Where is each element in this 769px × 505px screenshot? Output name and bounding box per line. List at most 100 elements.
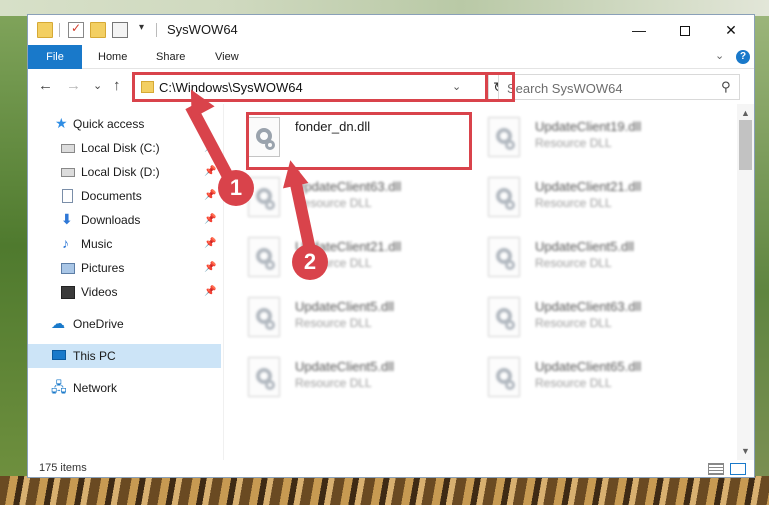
- sidebar-item-downloads[interactable]: ⬇ Downloads 📌: [28, 208, 221, 232]
- highlight-refresh-button: [485, 72, 515, 102]
- title-separator: [156, 23, 157, 37]
- file-item[interactable]: UpdateClient21.dll Resource DLL: [224, 234, 454, 284]
- sidebar-item-label: This PC: [73, 349, 116, 363]
- file-item[interactable]: UpdateClient5.dll Resource DLL: [464, 234, 694, 284]
- maximize-icon: [680, 26, 690, 37]
- tab-view[interactable]: View: [215, 45, 239, 69]
- ribbon: File Home Share View ⌄ ?: [28, 45, 754, 69]
- sidebar-item-label: Local Disk (C:): [81, 141, 160, 155]
- search-box[interactable]: ⚲: [498, 74, 740, 100]
- file-item[interactable]: UpdateClient21.dll Resource DLL: [464, 174, 694, 224]
- close-button[interactable]: ✕: [708, 15, 754, 45]
- quick-access-toolbar-dropdown[interactable]: ▾: [139, 22, 144, 33]
- file-name: UpdateClient19.dll: [535, 119, 642, 134]
- desktop-background-left: [0, 16, 28, 476]
- title-bar[interactable]: ▾ SysWOW64 — ✕: [28, 15, 754, 45]
- sidebar-item-local-disk-c[interactable]: Local Disk (C:) 📌: [28, 136, 221, 160]
- annotation-marker-1: 1: [218, 170, 254, 206]
- drive-icon: [61, 144, 75, 153]
- file-type: Resource DLL: [535, 316, 612, 330]
- toolbar-separator: [59, 23, 60, 37]
- sidebar-item-label: Documents: [81, 189, 142, 203]
- scroll-up-button[interactable]: ▲: [741, 108, 750, 118]
- sidebar-item-this-pc[interactable]: This PC: [28, 344, 221, 368]
- tab-home[interactable]: Home: [98, 45, 127, 69]
- file-item[interactable]: UpdateClient5.dll Resource DLL: [224, 294, 454, 344]
- file-item[interactable]: UpdateClient5.dll Resource DLL: [224, 354, 454, 404]
- videos-icon: [61, 286, 75, 299]
- dll-file-icon: [248, 297, 280, 337]
- minimize-button[interactable]: —: [616, 15, 662, 45]
- pin-icon[interactable]: 📌: [204, 208, 216, 232]
- properties-check-icon[interactable]: [68, 21, 84, 38]
- file-type: Resource DLL: [295, 376, 372, 390]
- file-type: Resource DLL: [295, 316, 372, 330]
- scroll-down-button[interactable]: ▼: [741, 446, 750, 456]
- folder-icon: [37, 22, 53, 38]
- file-item[interactable]: UpdateClient19.dll Resource DLL: [464, 114, 694, 164]
- sidebar-item-videos[interactable]: Videos 📌: [28, 280, 221, 304]
- file-type: Resource DLL: [535, 376, 612, 390]
- file-name: UpdateClient65.dll: [535, 359, 642, 374]
- file-type: Resource DLL: [535, 136, 612, 150]
- annotation-marker-2: 2: [292, 244, 328, 280]
- dll-file-icon: [488, 177, 520, 217]
- recent-locations-button[interactable]: ⌄: [93, 78, 102, 94]
- search-input[interactable]: [507, 79, 707, 97]
- sidebar-item-label: Music: [81, 237, 113, 251]
- file-name: UpdateClient5.dll: [295, 359, 395, 374]
- sidebar-item-label: Network: [73, 381, 118, 395]
- details-view-button[interactable]: [708, 463, 724, 475]
- desktop-background-bottom: [0, 476, 769, 505]
- pin-icon[interactable]: 📌: [204, 184, 216, 208]
- tab-share[interactable]: Share: [156, 45, 185, 69]
- properties-icon[interactable]: [112, 22, 128, 38]
- dll-file-icon: [488, 297, 520, 337]
- back-button[interactable]: ←: [38, 78, 53, 94]
- sidebar-item-network[interactable]: 🖧 Network: [28, 376, 221, 400]
- maximize-button[interactable]: [662, 15, 708, 45]
- sidebar-item-onedrive[interactable]: ☁ OneDrive: [28, 312, 221, 336]
- file-name: UpdateClient63.dll: [295, 179, 402, 194]
- sidebar-item-local-disk-d[interactable]: Local Disk (D:) 📌: [28, 160, 221, 184]
- file-item[interactable]: UpdateClient63.dll Resource DLL: [224, 174, 454, 224]
- scrollbar-thumb[interactable]: [739, 120, 752, 170]
- sidebar-item-pictures[interactable]: Pictures 📌: [28, 256, 221, 280]
- sidebar-item-label: Pictures: [81, 261, 125, 275]
- file-type: Resource DLL: [535, 256, 612, 270]
- file-name: UpdateClient5.dll: [535, 239, 635, 254]
- navigation-pane: ★ Quick access Local Disk (C:) 📌 Local D…: [28, 104, 223, 460]
- onedrive-icon: ☁: [51, 315, 65, 331]
- window-title: SysWOW64: [167, 22, 238, 37]
- file-item[interactable]: UpdateClient65.dll Resource DLL: [464, 354, 694, 404]
- file-name: UpdateClient5.dll: [295, 299, 395, 314]
- large-icons-view-button[interactable]: [730, 463, 746, 475]
- sidebar-item-label: OneDrive: [73, 317, 124, 331]
- dll-file-icon: [248, 357, 280, 397]
- sidebar-item-documents[interactable]: Documents 📌: [28, 184, 221, 208]
- new-folder-icon[interactable]: [90, 22, 106, 38]
- desktop-background-right: [754, 16, 769, 476]
- sidebar-item-music[interactable]: ♪ Music 📌: [28, 232, 221, 256]
- search-icon[interactable]: ⚲: [721, 79, 731, 95]
- ribbon-collapse-button[interactable]: ⌄: [715, 49, 724, 62]
- vertical-scrollbar[interactable]: ▲ ▼: [737, 104, 754, 460]
- file-item[interactable]: UpdateClient63.dll Resource DLL: [464, 294, 694, 344]
- sidebar-item-label: Local Disk (D:): [81, 165, 160, 179]
- file-name: UpdateClient63.dll: [535, 299, 642, 314]
- dll-file-icon: [488, 117, 520, 157]
- up-button[interactable]: ↑: [113, 78, 121, 94]
- pictures-icon: [61, 263, 75, 274]
- pin-icon[interactable]: 📌: [204, 256, 216, 280]
- downloads-icon: ⬇: [61, 211, 73, 227]
- sidebar-item-label: Downloads: [81, 213, 141, 227]
- pin-icon[interactable]: 📌: [204, 232, 216, 256]
- sidebar-item-label: Quick access: [73, 117, 145, 131]
- item-count: 175 items: [39, 462, 87, 474]
- status-bar: 175 items: [28, 460, 754, 477]
- tab-file[interactable]: File: [28, 45, 82, 69]
- help-button[interactable]: ?: [736, 50, 750, 64]
- pin-icon[interactable]: 📌: [204, 280, 216, 304]
- file-name: UpdateClient21.dll: [535, 179, 642, 194]
- forward-button[interactable]: →: [66, 78, 81, 94]
